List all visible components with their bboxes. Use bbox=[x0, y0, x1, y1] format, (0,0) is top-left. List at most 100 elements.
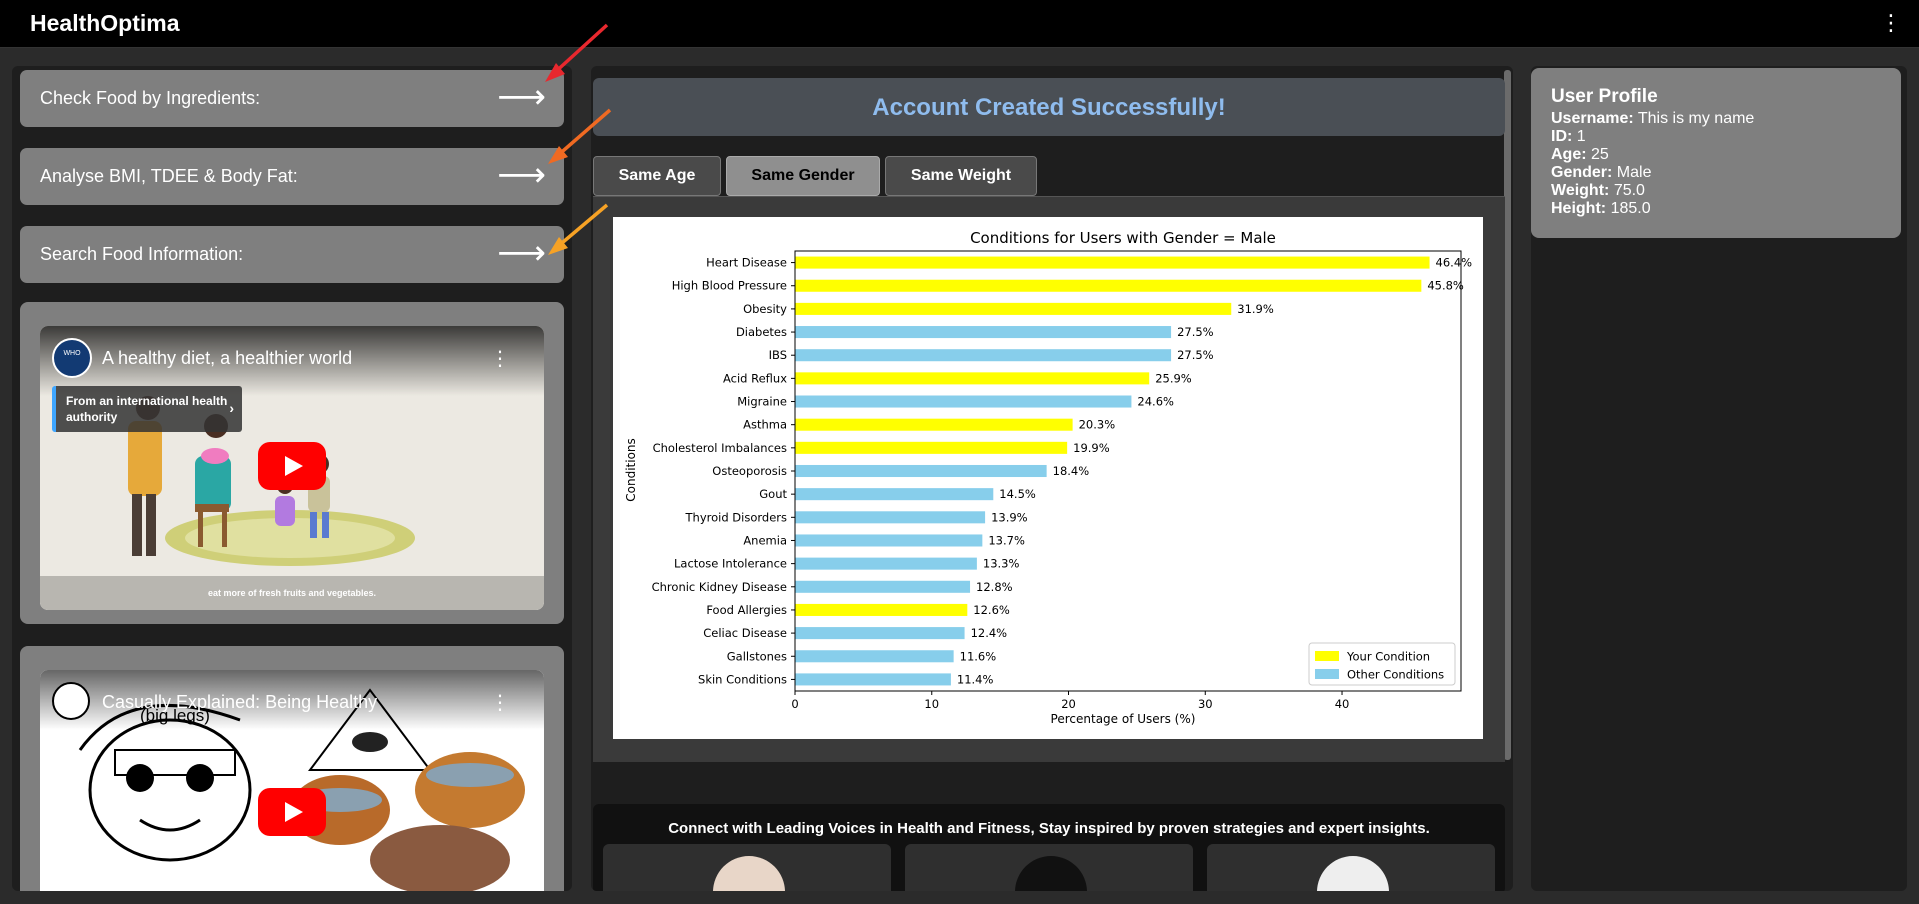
video-card-casually-explained: Casually Explained: Being Healthy (big l… bbox=[20, 646, 564, 891]
bar-value-label: 13.7% bbox=[988, 533, 1025, 547]
y-tick-label: Cholesterol Imbalances bbox=[653, 441, 787, 455]
y-tick-label: Skin Conditions bbox=[698, 672, 787, 686]
bar-value-label: 12.6% bbox=[973, 603, 1010, 617]
nav-card-label: Analyse BMI, TDEE & Body Fat: bbox=[40, 166, 298, 186]
y-tick-label: Acid Reflux bbox=[723, 371, 787, 385]
y-tick-label: Anemia bbox=[743, 533, 787, 547]
left-panel[interactable]: Check Food by Ingredients: ⟶ Analyse BMI… bbox=[12, 66, 572, 891]
video-menu-icon[interactable]: ⋮ bbox=[490, 346, 510, 371]
bar-value-label: 27.5% bbox=[1177, 348, 1214, 362]
video-menu-icon[interactable]: ⋮ bbox=[490, 690, 510, 715]
bar-gallstones bbox=[795, 650, 954, 663]
bar-gout bbox=[795, 488, 994, 501]
y-tick-label: Thyroid Disorders bbox=[685, 510, 787, 524]
y-tick-label: Osteoporosis bbox=[712, 464, 787, 478]
authority-badge-text: From an international health authority bbox=[66, 394, 228, 424]
bar-value-label: 14.5% bbox=[999, 487, 1036, 501]
arrow-right-icon[interactable]: ⟶ bbox=[497, 234, 546, 272]
bar-heart-disease bbox=[795, 256, 1430, 269]
field-key: Height: bbox=[1551, 200, 1607, 217]
success-message: Account Created Successfully! bbox=[872, 94, 1226, 121]
field-key: Username: bbox=[1551, 110, 1634, 127]
bar-value-label: 19.9% bbox=[1073, 441, 1110, 455]
bar-value-label: 11.6% bbox=[960, 649, 997, 663]
youtube-play-icon[interactable] bbox=[258, 788, 326, 836]
legend-label: Other Conditions bbox=[1347, 668, 1444, 682]
x-axis-label: Percentage of Users (%) bbox=[1051, 712, 1196, 726]
chevron-right-icon: › bbox=[229, 400, 234, 416]
field-value: 75.0 bbox=[1613, 182, 1645, 199]
nav-card-label: Search Food Information: bbox=[40, 244, 244, 264]
legend-swatch bbox=[1315, 669, 1339, 679]
analyse-bmi-card[interactable]: Analyse BMI, TDEE & Body Fat: ⟶ bbox=[20, 148, 564, 205]
field-value: 25 bbox=[1591, 146, 1609, 163]
bar-high-blood-pressure bbox=[795, 279, 1422, 292]
bar-value-label: 18.4% bbox=[1053, 464, 1090, 478]
profile-title: User Profile bbox=[1551, 86, 1658, 107]
bar-anemia bbox=[795, 534, 983, 547]
kebab-menu-icon[interactable]: ⋮ bbox=[1880, 10, 1902, 36]
tab-same-weight[interactable]: Same Weight bbox=[885, 156, 1037, 196]
y-tick-label: Obesity bbox=[743, 302, 787, 316]
legend-label: Your Condition bbox=[1346, 650, 1430, 664]
x-tick-label: 0 bbox=[791, 697, 798, 711]
bar-thyroid-disorders bbox=[795, 511, 986, 524]
y-tick-label: Celiac Disease bbox=[703, 626, 787, 640]
voice-card-1[interactable] bbox=[603, 844, 891, 891]
field-key: Weight: bbox=[1551, 182, 1610, 199]
video-player[interactable]: WHO A healthy diet, a healthier world ⋮ … bbox=[40, 326, 544, 610]
bar-value-label: 27.5% bbox=[1177, 325, 1214, 339]
top-bar: HealthOptima ⋮ bbox=[0, 0, 1919, 48]
x-tick-label: 10 bbox=[924, 697, 939, 711]
bar-value-label: 25.9% bbox=[1155, 371, 1192, 385]
field-value: 1 bbox=[1576, 128, 1586, 145]
success-banner: Account Created Successfully! bbox=[593, 78, 1505, 136]
video-overlay-text: (big legs) bbox=[140, 706, 210, 725]
profile-age: Age: 25 bbox=[1551, 146, 1901, 164]
who-logo-icon[interactable]: WHO bbox=[52, 338, 92, 378]
bar-diabetes bbox=[795, 326, 1172, 339]
y-axis-label: Conditions bbox=[624, 438, 638, 502]
conditions-chart: Conditions for Users with Gender = Male … bbox=[613, 217, 1483, 739]
search-food-information-card[interactable]: Search Food Information: ⟶ bbox=[20, 226, 564, 283]
avatar[interactable] bbox=[713, 856, 785, 891]
bar-value-label: 46.4% bbox=[1436, 256, 1473, 270]
bar-value-label: 20.3% bbox=[1079, 418, 1116, 432]
bar-ibs bbox=[795, 349, 1172, 362]
y-tick-label: IBS bbox=[769, 348, 787, 362]
video-card-healthy-diet: WHO A healthy diet, a healthier world ⋮ … bbox=[20, 302, 564, 624]
check-food-ingredients-card[interactable]: Check Food by Ingredients: ⟶ bbox=[20, 70, 564, 127]
user-profile-card: User Profile Username: This is my name I… bbox=[1531, 68, 1901, 238]
y-tick-label: Food Allergies bbox=[706, 603, 787, 617]
bar-osteoporosis bbox=[795, 464, 1047, 478]
brand-logo[interactable]: HealthOptima bbox=[30, 10, 180, 37]
bar-asthma bbox=[795, 418, 1073, 431]
center-panel[interactable]: Account Created Successfully! Same Age S… bbox=[591, 66, 1513, 891]
chart-title: Conditions for Users with Gender = Male bbox=[970, 229, 1276, 247]
channel-avatar-icon[interactable] bbox=[52, 682, 90, 720]
voice-card-2[interactable] bbox=[905, 844, 1193, 891]
avatar[interactable] bbox=[1317, 856, 1389, 891]
arrow-right-icon[interactable]: ⟶ bbox=[497, 78, 546, 116]
scrollbar[interactable] bbox=[1504, 70, 1511, 760]
video-player[interactable]: Casually Explained: Being Healthy (big l… bbox=[40, 670, 544, 891]
youtube-play-icon[interactable] bbox=[258, 442, 326, 490]
tab-same-gender[interactable]: Same Gender bbox=[726, 156, 880, 196]
channel-authority-badge[interactable]: From an international health authority › bbox=[52, 386, 242, 432]
voice-card-3[interactable] bbox=[1207, 844, 1495, 891]
bar-celiac-disease bbox=[795, 627, 965, 640]
bar-cholesterol-imbalances bbox=[795, 441, 1068, 454]
field-key: Gender: bbox=[1551, 164, 1613, 181]
video-title[interactable]: A healthy diet, a healthier world bbox=[102, 348, 352, 369]
bar-acid-reflux bbox=[795, 372, 1150, 385]
tab-same-age[interactable]: Same Age bbox=[593, 156, 721, 196]
bar-skin-conditions bbox=[795, 673, 951, 686]
bar-value-label: 31.9% bbox=[1237, 302, 1274, 316]
video-caption: eat more of fresh fruits and vegetables. bbox=[207, 588, 377, 598]
avatar[interactable] bbox=[1015, 856, 1087, 891]
right-panel: User Profile Username: This is my name I… bbox=[1531, 66, 1907, 891]
arrow-right-icon[interactable]: ⟶ bbox=[497, 156, 546, 194]
field-key: Age: bbox=[1551, 146, 1587, 163]
y-tick-label: Migraine bbox=[737, 395, 787, 409]
legend-swatch bbox=[1315, 651, 1339, 661]
